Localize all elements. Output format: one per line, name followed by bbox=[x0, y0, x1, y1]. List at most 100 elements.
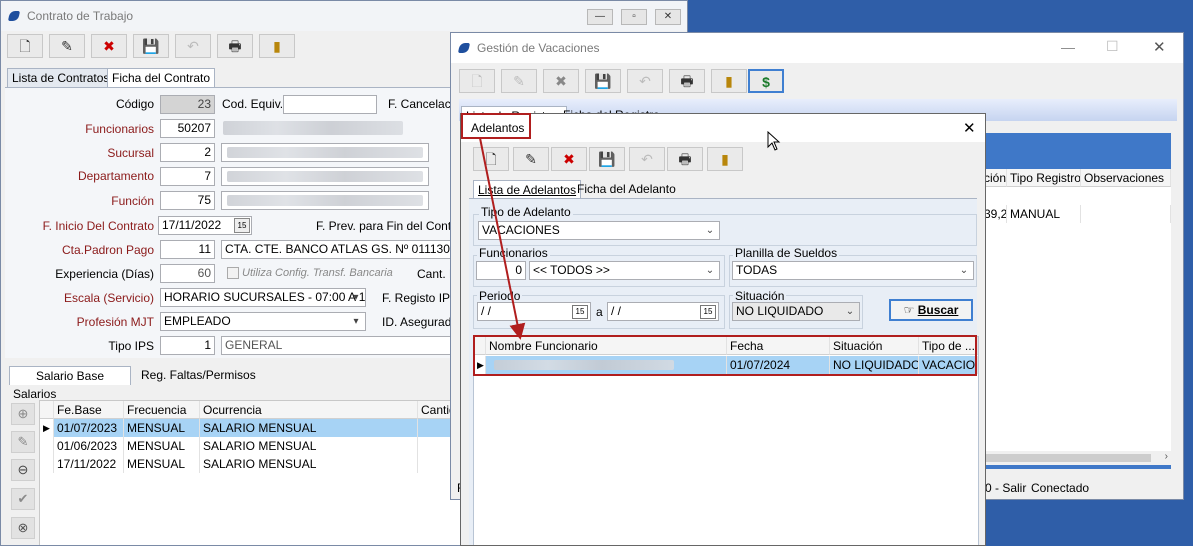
col-frecuencia[interactable]: Frecuencia bbox=[124, 401, 200, 419]
col-tipo-registro[interactable]: Tipo Registro bbox=[1007, 169, 1081, 187]
new-icon[interactable]: 🗋 bbox=[473, 147, 509, 171]
new-icon[interactable]: 🗋 bbox=[459, 69, 495, 93]
label-sucursal: Sucursal bbox=[107, 146, 154, 160]
dollar-icon[interactable]: $ bbox=[748, 69, 784, 93]
scroll-thumb[interactable] bbox=[981, 454, 1151, 462]
escala-select[interactable]: HORARIO SUCURSALES - 07:00 A 1 ▾ bbox=[160, 288, 366, 307]
table-row[interactable]: ▶ 01/07/2024 NO LIQUIDADO VACACION bbox=[474, 356, 978, 374]
delete-icon[interactable]: ✖ bbox=[543, 69, 579, 93]
undo-icon[interactable]: ↶ bbox=[627, 69, 663, 93]
experiencia-field[interactable]: 60 bbox=[160, 264, 215, 283]
undo-icon[interactable]: ↶ bbox=[175, 34, 211, 58]
tab-faltas-permisos[interactable]: Reg. Faltas/Permisos bbox=[137, 366, 260, 384]
exit-icon[interactable]: ▮ bbox=[259, 34, 295, 58]
table-row[interactable]: 01/06/2023 MENSUAL SALARIO MENSUAL bbox=[40, 437, 470, 455]
chevron-down-icon: ⌄ bbox=[959, 265, 969, 276]
vacaciones-titlebar[interactable]: Gestión de Vacaciones — ☐ ✕ bbox=[451, 33, 1183, 63]
funcionarios-select[interactable]: << TODOS >> ⌄ bbox=[529, 261, 720, 280]
exit-icon[interactable]: ▮ bbox=[707, 147, 743, 171]
tipo-ips-text-field[interactable]: GENERAL bbox=[221, 336, 457, 355]
save-icon[interactable]: 💾 bbox=[133, 34, 169, 58]
buscar-button[interactable]: ☞ Buscar bbox=[889, 299, 973, 321]
cancel-icon[interactable]: ⊗ bbox=[11, 517, 35, 539]
status-salir: 0 - Salir bbox=[985, 481, 1027, 495]
col-ocurrencia[interactable]: Ocurrencia bbox=[200, 401, 418, 419]
cell-fe-base: 01/06/2023 bbox=[54, 437, 124, 455]
maximize-button[interactable]: ▫ bbox=[621, 9, 647, 25]
adelantos-grid: Nombre Funcionario Fecha Situación Tipo … bbox=[473, 336, 979, 545]
cta-padron-text-field[interactable]: CTA. CTE. BANCO ATLAS GS. Nº 0111300026 bbox=[221, 240, 457, 259]
app-icon bbox=[457, 43, 471, 53]
periodo-from-value: / / bbox=[481, 304, 492, 318]
col-observaciones[interactable]: Observaciones bbox=[1081, 169, 1171, 187]
tab-lista-adelantos[interactable]: Lista de Adelantos bbox=[473, 180, 582, 199]
funcion-field[interactable]: 75 bbox=[160, 191, 215, 210]
cta-padron-field[interactable]: 11 bbox=[160, 240, 215, 259]
tab-ficha-contrato[interactable]: Ficha del Contrato bbox=[107, 68, 216, 87]
save-icon[interactable]: 💾 bbox=[585, 69, 621, 93]
vacaciones-header: ción Tipo Registro Observaciones bbox=[981, 169, 1171, 187]
planilla-select[interactable]: TODAS ⌄ bbox=[732, 261, 974, 280]
periodo-from-field[interactable]: / / 15 bbox=[477, 302, 591, 321]
adelantos-titlebar[interactable]: Adelantos ✕ bbox=[461, 114, 985, 142]
label-f-prev: F. Prev. para Fin del Contrato bbox=[316, 219, 472, 233]
edit-icon[interactable]: ✎ bbox=[513, 147, 549, 171]
edit-icon[interactable]: ✎ bbox=[501, 69, 537, 93]
chevron-down-icon: ⌄ bbox=[845, 306, 855, 317]
save-icon[interactable]: 💾 bbox=[589, 147, 625, 171]
new-icon[interactable]: 🗋 bbox=[7, 34, 43, 58]
table-row[interactable]: 39,2 MANUAL bbox=[981, 205, 1171, 223]
edit-row-icon[interactable]: ✎ bbox=[11, 431, 35, 453]
calendar-icon[interactable]: 15 bbox=[572, 305, 588, 319]
col-situacion[interactable]: Situación bbox=[830, 337, 919, 355]
close-button[interactable]: ✕ bbox=[1153, 38, 1166, 56]
table-row[interactable]: 17/11/2022 MENSUAL SALARIO MENSUAL bbox=[40, 455, 470, 473]
exit-icon[interactable]: ▮ bbox=[711, 69, 747, 93]
label-profesion: Profesión MJT bbox=[76, 315, 154, 329]
print-icon[interactable]: 🖶 bbox=[669, 69, 705, 93]
maximize-button[interactable]: ☐ bbox=[1106, 38, 1119, 55]
funcionario-code-field[interactable]: 50207 bbox=[160, 119, 215, 138]
periodo-to-field[interactable]: / / 15 bbox=[607, 302, 719, 321]
codigo-field[interactable]: 23 bbox=[160, 95, 215, 114]
col-fe-base[interactable]: Fe.Base bbox=[54, 401, 124, 419]
tab-salario-base[interactable]: Salario Base bbox=[9, 366, 131, 385]
status-conectado: Conectado bbox=[1031, 481, 1090, 495]
profesion-select[interactable]: EMPLEADO ▾ bbox=[160, 312, 366, 331]
utiliza-config-checkbox[interactable] bbox=[227, 267, 239, 279]
horizontal-scrollbar[interactable]: › bbox=[981, 451, 1171, 465]
close-button[interactable]: ✕ bbox=[655, 9, 681, 25]
cod-equiv-field[interactable] bbox=[283, 95, 377, 114]
situacion-label: Situación bbox=[733, 289, 787, 303]
sucursal-field[interactable]: 2 bbox=[160, 143, 215, 162]
table-row[interactable]: ▶ 01/07/2023 MENSUAL SALARIO MENSUAL bbox=[40, 419, 470, 437]
confirm-icon[interactable]: ✔ bbox=[11, 488, 35, 510]
col-tipo[interactable]: Tipo de ... bbox=[919, 337, 978, 355]
remove-row-icon[interactable]: ⊖ bbox=[11, 459, 35, 481]
cell-nombre-funcionario bbox=[486, 356, 727, 374]
col-fecha[interactable]: Fecha bbox=[727, 337, 830, 355]
tipo-select[interactable]: VACACIONES ⌄ bbox=[478, 221, 720, 240]
tab-ficha-adelanto[interactable]: Ficha del Adelanto bbox=[573, 180, 680, 198]
close-button[interactable]: ✕ bbox=[963, 119, 976, 137]
adelantos-title: Adelantos bbox=[471, 121, 525, 135]
departamento-field[interactable]: 7 bbox=[160, 167, 215, 186]
calendar-icon[interactable]: 15 bbox=[234, 218, 250, 233]
calendar-icon[interactable]: 15 bbox=[700, 305, 716, 319]
add-row-icon[interactable]: ⊕ bbox=[11, 403, 35, 425]
delete-icon[interactable]: ✖ bbox=[91, 34, 127, 58]
minimize-button[interactable]: — bbox=[1061, 39, 1075, 55]
funcionarios-num-field[interactable]: 0 bbox=[476, 261, 526, 280]
contrato-titlebar[interactable]: Contrato de Trabajo — ▫ ✕ bbox=[1, 1, 687, 31]
edit-icon[interactable]: ✎ bbox=[49, 34, 85, 58]
delete-icon[interactable]: ✖ bbox=[551, 147, 587, 171]
tipo-ips-field[interactable]: 1 bbox=[160, 336, 215, 355]
tab-lista-contratos[interactable]: Lista de Contratos bbox=[7, 68, 115, 87]
chevron-right-icon[interactable]: › bbox=[1165, 451, 1168, 462]
print-icon[interactable]: 🖶 bbox=[667, 147, 703, 171]
minimize-button[interactable]: — bbox=[587, 9, 613, 25]
undo-icon[interactable]: ↶ bbox=[629, 147, 665, 171]
col-nombre-funcionario[interactable]: Nombre Funcionario bbox=[486, 337, 727, 355]
print-icon[interactable]: 🖶 bbox=[217, 34, 253, 58]
situacion-select[interactable]: NO LIQUIDADO ⌄ bbox=[732, 302, 860, 321]
